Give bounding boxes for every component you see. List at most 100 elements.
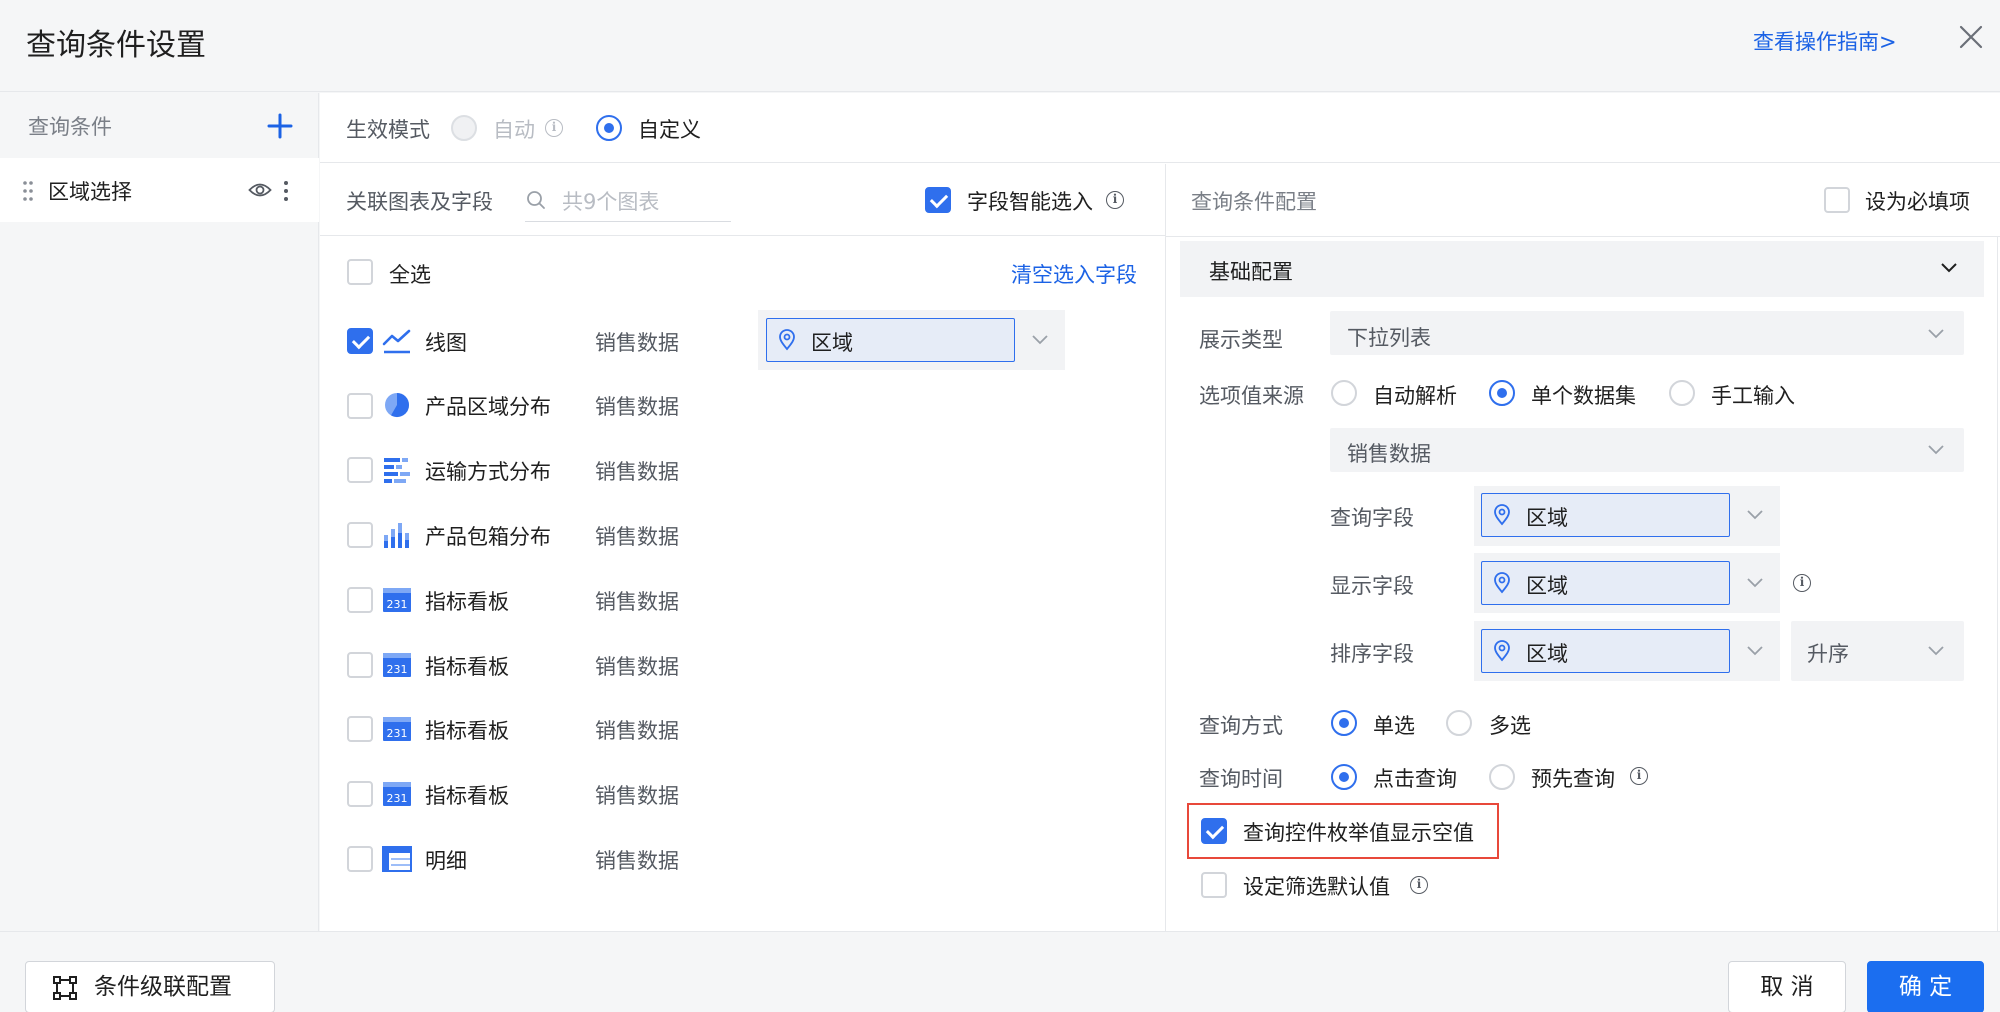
dialog-footer (0, 931, 2000, 1012)
field-tag-label: 区域 (1526, 506, 1568, 530)
query-mode-single-radio[interactable] (1331, 710, 1357, 736)
cascade-config-button[interactable]: 条件级联配置 (25, 961, 275, 1012)
source-manual-radio[interactable] (1669, 380, 1695, 406)
mode-label: 生效模式 (346, 118, 430, 142)
chart-dataset: 销售数据 (595, 460, 679, 484)
chart-row-checkbox[interactable] (347, 522, 373, 548)
query-time-label: 查询时间 (1199, 767, 1283, 791)
field-tag (1481, 629, 1730, 673)
chart-row-checkbox[interactable] (347, 846, 373, 872)
chart-row-checkbox[interactable] (347, 393, 373, 419)
more-vertical-icon[interactable] (282, 180, 290, 202)
smart-select-checkbox[interactable] (925, 187, 951, 213)
svg-text:231: 231 (387, 727, 408, 740)
default-value-checkbox[interactable] (1201, 872, 1227, 898)
chart-dataset: 销售数据 (595, 395, 679, 419)
chart-name: 线图 (425, 331, 467, 355)
chart-dataset: 销售数据 (595, 331, 679, 355)
mode-auto-radio (451, 115, 477, 141)
info-icon: i (1793, 574, 1811, 592)
kpi-card-icon: 231 (382, 586, 412, 614)
kpi-card-icon: 231 (382, 715, 412, 743)
chevron-down-icon (1746, 509, 1764, 521)
source-dataset-label: 单个数据集 (1531, 384, 1636, 408)
chart-name: 产品区域分布 (425, 395, 551, 419)
basic-config-section-header[interactable] (1180, 241, 1984, 297)
required-label: 设为必填项 (1865, 190, 1970, 214)
drag-handle-icon[interactable] (22, 180, 34, 202)
cascade-icon (52, 975, 78, 1001)
source-label: 选项值来源 (1199, 384, 1304, 408)
chart-search-placeholder: 共9个图表 (562, 190, 660, 214)
chart-dataset: 销售数据 (595, 590, 679, 614)
kpi-card-icon: 231 (382, 780, 412, 808)
mode-bar (320, 93, 2000, 163)
chevron-down-icon (1927, 444, 1945, 456)
query-time-preload-radio[interactable] (1489, 764, 1515, 790)
chart-dataset: 销售数据 (595, 849, 679, 873)
smart-select-label: 字段智能选入 (967, 190, 1093, 214)
chart-name: 运输方式分布 (425, 460, 551, 484)
chevron-down-icon (1746, 645, 1764, 657)
kpi-card-icon: 231 (382, 651, 412, 679)
dialog-header (0, 0, 2000, 92)
sort-order-value: 升序 (1807, 642, 1849, 666)
default-value-label: 设定筛选默认值 (1243, 875, 1390, 899)
field-tag-label: 区域 (1526, 642, 1568, 666)
config-panel-title: 查询条件配置 (1191, 190, 1317, 214)
chart-dataset: 销售数据 (595, 525, 679, 549)
chevron-down-icon (1746, 577, 1764, 589)
location-pin-icon (778, 329, 796, 351)
chart-row-checkbox[interactable] (347, 781, 373, 807)
query-time-click-label: 点击查询 (1373, 767, 1457, 791)
source-auto-label: 自动解析 (1373, 384, 1457, 408)
chart-dataset: 销售数据 (595, 784, 679, 808)
info-icon: i (1106, 191, 1124, 209)
location-pin-icon (1493, 572, 1511, 594)
clear-fields-link[interactable]: 清空选入字段 (1011, 259, 1137, 289)
cancel-button[interactable]: 取 消 (1728, 961, 1846, 1012)
mode-custom-label: 自定义 (638, 118, 701, 142)
query-time-click-radio[interactable] (1331, 764, 1357, 790)
show-empty-label: 查询控件枚举值显示空值 (1243, 821, 1474, 845)
chart-name: 指标看板 (425, 590, 509, 614)
query-mode-multi-label: 多选 (1489, 714, 1531, 738)
chart-row-checkbox[interactable] (347, 587, 373, 613)
chart-row-checkbox[interactable] (347, 328, 373, 354)
query-time-preload-label: 预先查询 (1531, 767, 1615, 791)
guide-link[interactable]: 查看操作指南> (1753, 26, 1897, 56)
chevron-down-icon (1031, 334, 1049, 346)
source-dataset-radio[interactable] (1489, 380, 1515, 406)
chart-row-checkbox[interactable] (347, 652, 373, 678)
select-all-checkbox[interactable] (347, 259, 373, 285)
config-scrollbar-track (1997, 236, 1998, 931)
mode-custom-radio[interactable] (596, 115, 622, 141)
confirm-button[interactable]: 确 定 (1867, 961, 1984, 1012)
chart-row-checkbox[interactable] (347, 716, 373, 742)
query-mode-multi-radio[interactable] (1446, 710, 1472, 736)
dialog-title: 查询条件设置 (26, 28, 206, 63)
pie-chart-icon (382, 391, 412, 419)
charts-panel-title: 关联图表及字段 (346, 190, 493, 214)
field-tag-label: 区域 (811, 331, 853, 355)
chart-dataset: 销售数据 (595, 655, 679, 679)
chart-row-checkbox[interactable] (347, 457, 373, 483)
field-tag (766, 318, 1015, 362)
query-mode-single-label: 单选 (1373, 714, 1415, 738)
source-auto-radio[interactable] (1331, 380, 1357, 406)
eye-icon[interactable] (248, 180, 272, 200)
section-title: 基础配置 (1209, 260, 1293, 284)
search-icon (526, 190, 546, 210)
required-checkbox[interactable] (1824, 187, 1850, 213)
add-condition-icon[interactable] (264, 110, 296, 142)
close-icon[interactable] (1954, 20, 1988, 54)
chevron-down-icon[interactable] (1940, 262, 1958, 274)
location-pin-icon (1493, 504, 1511, 526)
table-icon (382, 845, 412, 873)
field-tag (1481, 561, 1730, 605)
location-pin-icon (1493, 640, 1511, 662)
mode-auto-label: 自动 (493, 118, 535, 142)
query-mode-label: 查询方式 (1199, 714, 1283, 738)
show-empty-checkbox[interactable] (1201, 818, 1227, 844)
chart-name: 指标看板 (425, 784, 509, 808)
